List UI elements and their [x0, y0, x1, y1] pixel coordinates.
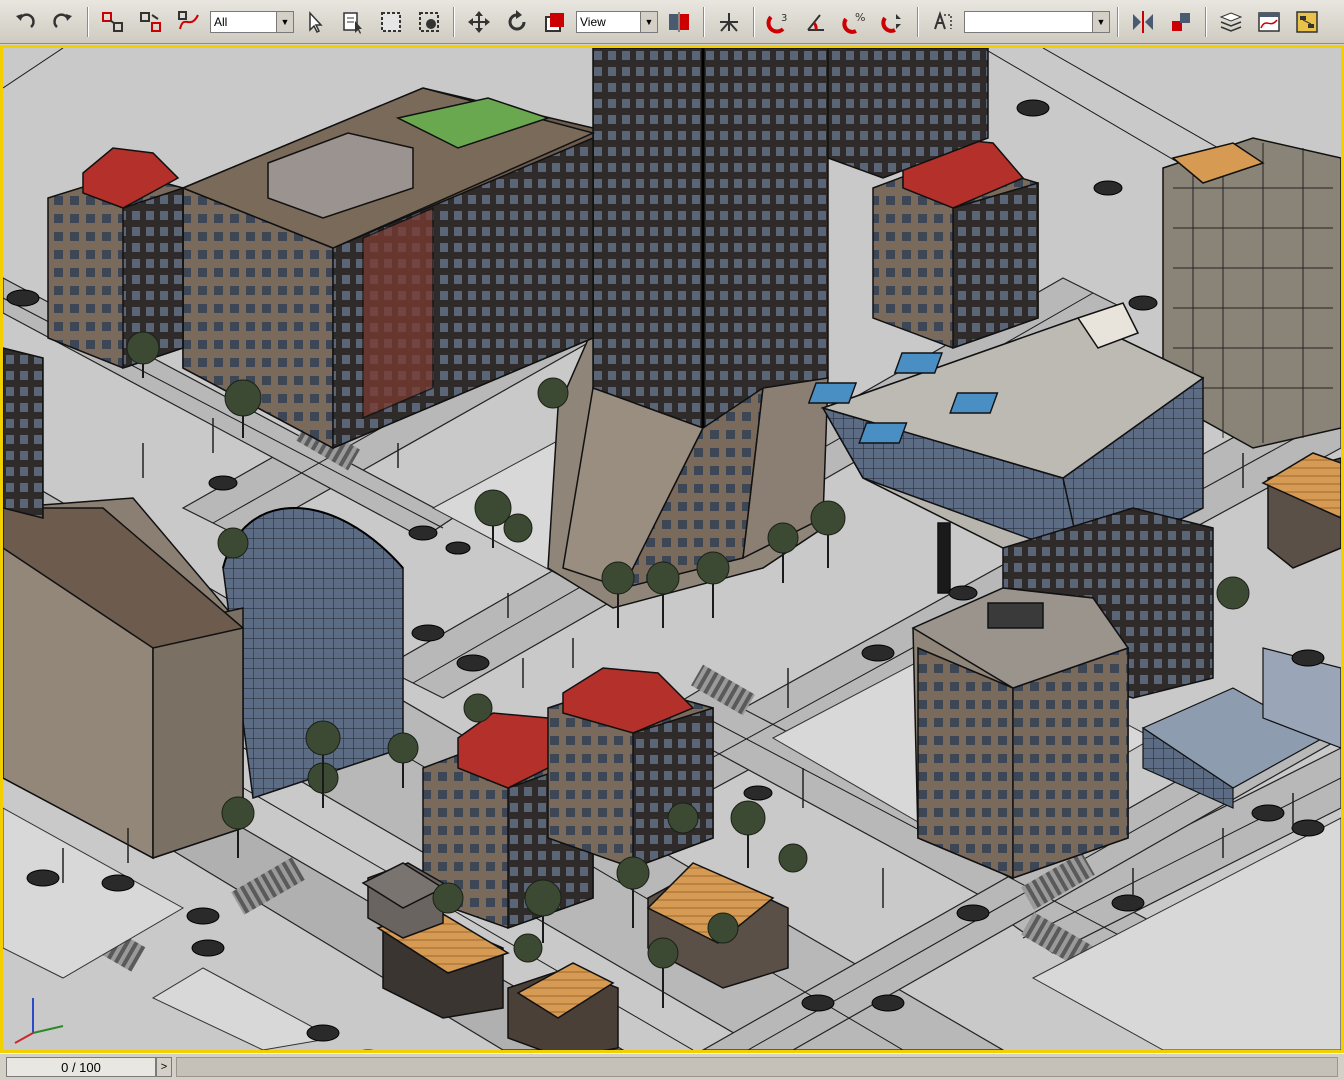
select-and-link-icon [102, 11, 123, 32]
curve-editor-button[interactable] [1252, 5, 1286, 39]
chevron-down-icon: ▼ [640, 11, 657, 32]
pivot-center-button[interactable] [662, 5, 696, 39]
toolbar-separator [753, 6, 755, 37]
undo-button[interactable] [8, 5, 42, 39]
svg-text:3: 3 [781, 13, 787, 24]
select-and-move-icon [468, 10, 490, 33]
select-object-icon [309, 10, 323, 33]
window-crossing-icon [419, 11, 439, 32]
schematic-view-button[interactable] [1290, 5, 1324, 39]
schematic-view-icon [1296, 10, 1318, 33]
select-and-rotate-icon [508, 9, 526, 30]
unlink-selection-button[interactable] [134, 5, 168, 39]
select-by-name-button[interactable] [336, 5, 370, 39]
edit-named-selection-button[interactable] [926, 5, 960, 39]
toolbar-separator [87, 6, 89, 37]
angle-snap-button[interactable] [800, 5, 834, 39]
chevron-down-icon: ▼ [1092, 11, 1109, 32]
time-slider[interactable]: 0 / 100 [6, 1057, 156, 1077]
snaps-toggle-icon: 3 [766, 13, 787, 33]
snaps-toggle-button[interactable]: 3 [762, 5, 796, 39]
toolbar-separator [917, 6, 919, 37]
toolbar-separator [1117, 6, 1119, 37]
window-crossing-button[interactable] [412, 5, 446, 39]
named-selection-dropdown[interactable]: ▼ [964, 10, 1110, 33]
percent-snap-button[interactable]: % [838, 5, 872, 39]
mirror-button[interactable] [1126, 5, 1160, 39]
layer-manager-button[interactable] [1214, 5, 1248, 39]
perspective-viewport[interactable] [0, 45, 1344, 1053]
svg-text:%: % [855, 11, 865, 24]
align-button[interactable] [1164, 5, 1198, 39]
layer-manager-icon [1219, 11, 1243, 32]
time-track[interactable] [176, 1057, 1338, 1077]
spinner-snap-button[interactable] [876, 5, 910, 39]
selection-filter-dropdown[interactable]: All ▼ [210, 10, 294, 33]
select-and-link-button[interactable] [96, 5, 130, 39]
reference-coordinate-value: View [580, 14, 606, 29]
unlink-selection-icon [140, 11, 161, 32]
chevron-down-icon: ▼ [276, 11, 293, 32]
octagonal-apartment [911, 587, 1130, 880]
angle-snap-icon [807, 13, 824, 31]
toolbar-separator [703, 6, 705, 37]
redo-button[interactable] [46, 5, 80, 39]
undo-icon [16, 12, 35, 28]
reference-coordinate-dropdown[interactable]: View ▼ [576, 10, 658, 33]
pivot-center-icon [669, 11, 689, 32]
select-by-name-icon [343, 11, 362, 34]
align-icon [1172, 12, 1190, 31]
city-scene [3, 48, 1341, 1050]
toolbar-separator [1205, 6, 1207, 37]
select-and-scale-button[interactable] [538, 5, 572, 39]
selection-filter-value: All [214, 14, 228, 29]
rectangular-selection-icon [381, 11, 401, 32]
chevron-right-icon: > [160, 1061, 168, 1073]
mirror-icon [1133, 10, 1153, 33]
select-object-button[interactable] [298, 5, 332, 39]
manipulate-button[interactable] [712, 5, 746, 39]
spinner-snap-icon [881, 13, 901, 33]
edit-named-selection-icon [934, 10, 952, 29]
time-slider-bar: 0 / 100 > [0, 1053, 1344, 1080]
bind-to-space-warp-button[interactable] [172, 5, 206, 39]
rectangular-selection-button[interactable] [374, 5, 408, 39]
toolbar-separator [453, 6, 455, 37]
curve-editor-icon [1258, 11, 1280, 32]
select-and-move-button[interactable] [462, 5, 496, 39]
percent-snap-icon: % [842, 11, 865, 34]
time-slider-frame-label: 0 / 100 [61, 1059, 101, 1075]
next-frame-button[interactable]: > [156, 1057, 172, 1077]
bind-to-space-warp-icon [178, 10, 199, 29]
select-and-rotate-button[interactable] [500, 5, 534, 39]
redo-icon [53, 12, 72, 28]
select-and-scale-icon [545, 12, 564, 32]
manipulate-icon [720, 12, 738, 32]
glass-arch-building [222, 507, 404, 799]
main-toolbar: All ▼ View ▼ 3 % ▼ [0, 0, 1344, 44]
